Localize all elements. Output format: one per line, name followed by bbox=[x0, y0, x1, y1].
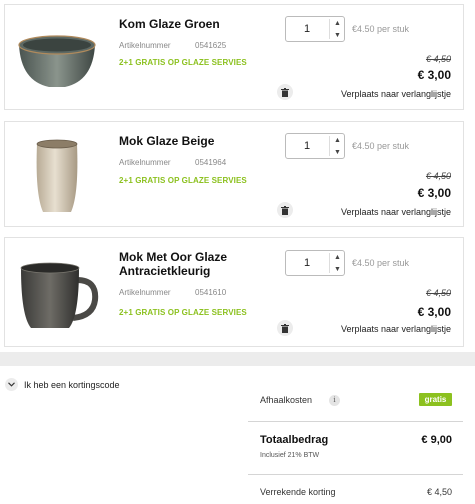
article-number: 0541625 bbox=[195, 41, 227, 50]
trash-icon bbox=[281, 323, 289, 333]
article-label: Artikelnummer bbox=[119, 288, 171, 297]
article-number: 0541964 bbox=[195, 158, 227, 167]
chevron-down-icon[interactable]: ▼ bbox=[330, 29, 345, 41]
discount-label: Verrekende korting bbox=[260, 487, 336, 497]
cup-icon bbox=[36, 139, 78, 212]
cart-item: Mok Glaze Beige Artikelnummer 0541964 2+… bbox=[4, 121, 464, 227]
section-divider bbox=[0, 352, 475, 366]
old-price: € 4,50 bbox=[425, 288, 451, 298]
promo-label: 2+1 GRATIS OP GLAZE SERVIES bbox=[119, 308, 247, 317]
trash-icon bbox=[281, 87, 289, 97]
vat-note: Inclusief 21% BTW bbox=[260, 452, 320, 459]
coupon-toggle[interactable]: Ik heb een kortingscode bbox=[5, 378, 120, 391]
trash-icon bbox=[281, 205, 289, 215]
pickup-costs-badge: gratis bbox=[419, 393, 452, 406]
coupon-label[interactable]: Ik heb een kortingscode bbox=[24, 380, 120, 390]
pickup-costs-label: Afhaalkosten bbox=[260, 395, 313, 405]
chevron-up-icon[interactable]: ▲ bbox=[330, 134, 345, 146]
chevron-up-icon[interactable]: ▲ bbox=[330, 251, 345, 263]
article-label: Artikelnummer bbox=[119, 41, 171, 50]
total-label: Totaalbedrag bbox=[260, 434, 329, 446]
mug-icon bbox=[20, 262, 99, 328]
product-title[interactable]: Mok Met Oor Glaze Antracietkleurig bbox=[119, 250, 249, 278]
old-price: € 4,50 bbox=[425, 171, 451, 181]
unit-price: €4.50 per stuk bbox=[352, 258, 410, 268]
chevron-down-icon[interactable]: ▼ bbox=[330, 263, 345, 275]
new-price: € 3,00 bbox=[417, 305, 451, 319]
new-price: € 3,00 bbox=[417, 68, 451, 82]
unit-price: €4.50 per stuk bbox=[352, 24, 410, 34]
delete-button[interactable] bbox=[277, 202, 293, 218]
quantity-stepper[interactable]: 1 ▲ ▼ bbox=[285, 250, 345, 276]
quantity-value[interactable]: 1 bbox=[286, 134, 328, 158]
chevron-down-icon[interactable] bbox=[5, 378, 18, 391]
bowl-icon bbox=[18, 35, 96, 87]
summary-divider bbox=[248, 421, 463, 422]
product-title[interactable]: Mok Glaze Beige bbox=[119, 134, 249, 148]
quantity-value[interactable]: 1 bbox=[286, 251, 328, 275]
summary-divider bbox=[248, 474, 463, 475]
quantity-stepper[interactable]: 1 ▲ ▼ bbox=[285, 16, 345, 42]
delete-button[interactable] bbox=[277, 84, 293, 100]
article-number: 0541610 bbox=[195, 288, 227, 297]
info-icon[interactable]: i bbox=[329, 395, 340, 406]
move-to-wishlist-link[interactable]: Verplaats naar verlanglijstje bbox=[341, 207, 451, 217]
quantity-value[interactable]: 1 bbox=[286, 17, 328, 41]
discount-value: € 4,50 bbox=[426, 487, 452, 497]
chevron-down-icon[interactable]: ▼ bbox=[330, 146, 345, 158]
cart-item: Kom Glaze Groen Artikelnummer 0541625 2+… bbox=[4, 4, 464, 110]
cart-item: Mok Met Oor Glaze Antracietkleurig Artik… bbox=[4, 237, 464, 347]
promo-label: 2+1 GRATIS OP GLAZE SERVIES bbox=[119, 176, 247, 185]
move-to-wishlist-link[interactable]: Verplaats naar verlanglijstje bbox=[341, 324, 451, 334]
chevron-up-icon[interactable]: ▲ bbox=[330, 17, 345, 29]
product-title[interactable]: Kom Glaze Groen bbox=[119, 17, 249, 31]
new-price: € 3,00 bbox=[417, 186, 451, 200]
quantity-stepper[interactable]: 1 ▲ ▼ bbox=[285, 133, 345, 159]
total-value: € 9,00 bbox=[421, 434, 452, 446]
move-to-wishlist-link[interactable]: Verplaats naar verlanglijstje bbox=[341, 89, 451, 99]
unit-price: €4.50 per stuk bbox=[352, 141, 410, 151]
delete-button[interactable] bbox=[277, 320, 293, 336]
old-price: € 4,50 bbox=[425, 54, 451, 64]
article-label: Artikelnummer bbox=[119, 158, 171, 167]
promo-label: 2+1 GRATIS OP GLAZE SERVIES bbox=[119, 58, 247, 67]
